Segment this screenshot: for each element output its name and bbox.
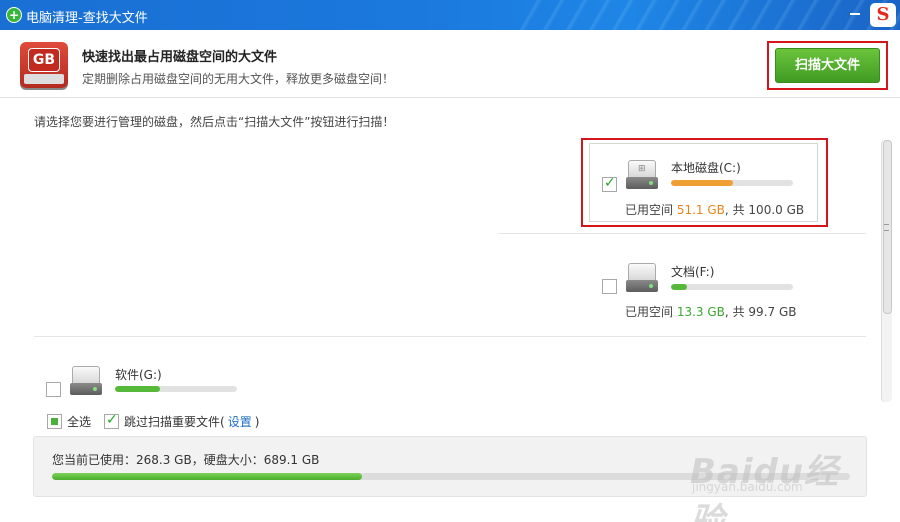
disk-g-usage-bar [115, 386, 237, 392]
watermark-url: jingyan.baidu.com [692, 480, 803, 494]
disk-c-used-line: 已用空间 51.1 GB, 共 100.0 GB [625, 203, 805, 217]
total-usage-text: 您当前已使用：268.3 GB，硬盘大小：689.1 GB [52, 453, 320, 467]
baidu-jingyan-watermark: Baidu经验 jingyan.baidu.com [690, 430, 860, 522]
title-bar-decoration [520, 0, 900, 30]
header-subtitle: 定期删除占用磁盘空间的无用大文件，释放更多磁盘空间！ [82, 72, 395, 86]
window-title: 电脑清理-查找大文件 [26, 11, 148, 26]
disk-f-used-line: 已用空间 13.3 GB, 共 99.7 GB [625, 305, 797, 319]
select-all-label: 全选 [67, 415, 92, 429]
total-usage-fill [52, 473, 363, 480]
gb-disk-icon: GB [20, 42, 68, 88]
disk-c-checkbox[interactable] [602, 175, 617, 192]
header: GB 快速找出最占用磁盘空间的大文件 定期删除占用磁盘空间的无用大文件，释放更多… [0, 30, 900, 98]
disk-c-total-value: 100.0 GB [748, 203, 805, 217]
skip-important-label: 跳过扫描重要文件( [124, 415, 225, 429]
disk-f-usage-fill [671, 284, 687, 290]
title-bar: + 电脑清理-查找大文件 S [0, 0, 900, 30]
divider [498, 233, 866, 234]
disk-item-f[interactable]: 文档(F:) 已用空间 13.3 GB, 共 99.7 GB [596, 255, 836, 335]
disk-c-total-label: 共 [732, 203, 745, 217]
close-paren: ) [254, 414, 260, 429]
instruction-text: 请选择您要进行管理的磁盘，然后点击“扫描大文件”按钮进行扫描！ [34, 115, 395, 129]
disk-c-used-label: 已用空间 [625, 203, 674, 217]
drive-icon [626, 263, 658, 293]
disk-f-used-label: 已用空间 [625, 305, 674, 319]
disk-f-total-value: 99.7 GB [748, 305, 797, 319]
windows-drive-icon: ⊞ [626, 160, 658, 190]
sogou-logo-icon: S [870, 3, 896, 27]
disk-f-total-label: 共 [732, 305, 745, 319]
select-all-option[interactable]: 全选 [47, 413, 91, 430]
disk-c-usage-bar [671, 180, 793, 186]
disk-g-checkbox[interactable] [46, 382, 61, 397]
scan-button-highlight: 扫描大文件 [767, 41, 888, 90]
disk-item-c[interactable]: ⊞ 本地磁盘(C:) 已用空间 51.1 GB, 共 100.0 GB [596, 150, 836, 230]
disk-f-checkbox[interactable] [602, 279, 617, 294]
header-title: 快速找出最占用磁盘空间的大文件 [82, 50, 278, 65]
disk-c-name: 本地磁盘(C:) [671, 161, 741, 175]
select-all-checkbox[interactable] [47, 414, 62, 429]
scrollbar-grip-icon [884, 224, 889, 231]
settings-link[interactable]: 设置 [228, 413, 252, 430]
disk-f-used-value: 13.3 GB [676, 305, 725, 319]
scan-large-files-button[interactable]: 扫描大文件 [775, 48, 880, 83]
disk-c-used-value: 51.1 GB [676, 203, 725, 217]
disk-c-usage-fill [671, 180, 734, 186]
skip-important-checkbox[interactable] [104, 412, 119, 429]
drive-icon [70, 366, 102, 396]
disk-g-name: 软件(G:) [115, 368, 162, 382]
skip-important-option[interactable]: 跳过扫描重要文件( 设置 ) [104, 412, 260, 430]
disk-list-scrollbar[interactable] [881, 140, 892, 402]
gb-icon-base [24, 74, 64, 84]
minimize-button[interactable] [846, 6, 864, 20]
gb-icon-label: GB [28, 48, 60, 72]
divider [34, 336, 866, 337]
disk-f-name: 文档(F:) [671, 265, 715, 279]
app-plus-icon: + [6, 7, 22, 23]
disk-f-usage-bar [671, 284, 793, 290]
disk-g-usage-fill [115, 386, 161, 392]
